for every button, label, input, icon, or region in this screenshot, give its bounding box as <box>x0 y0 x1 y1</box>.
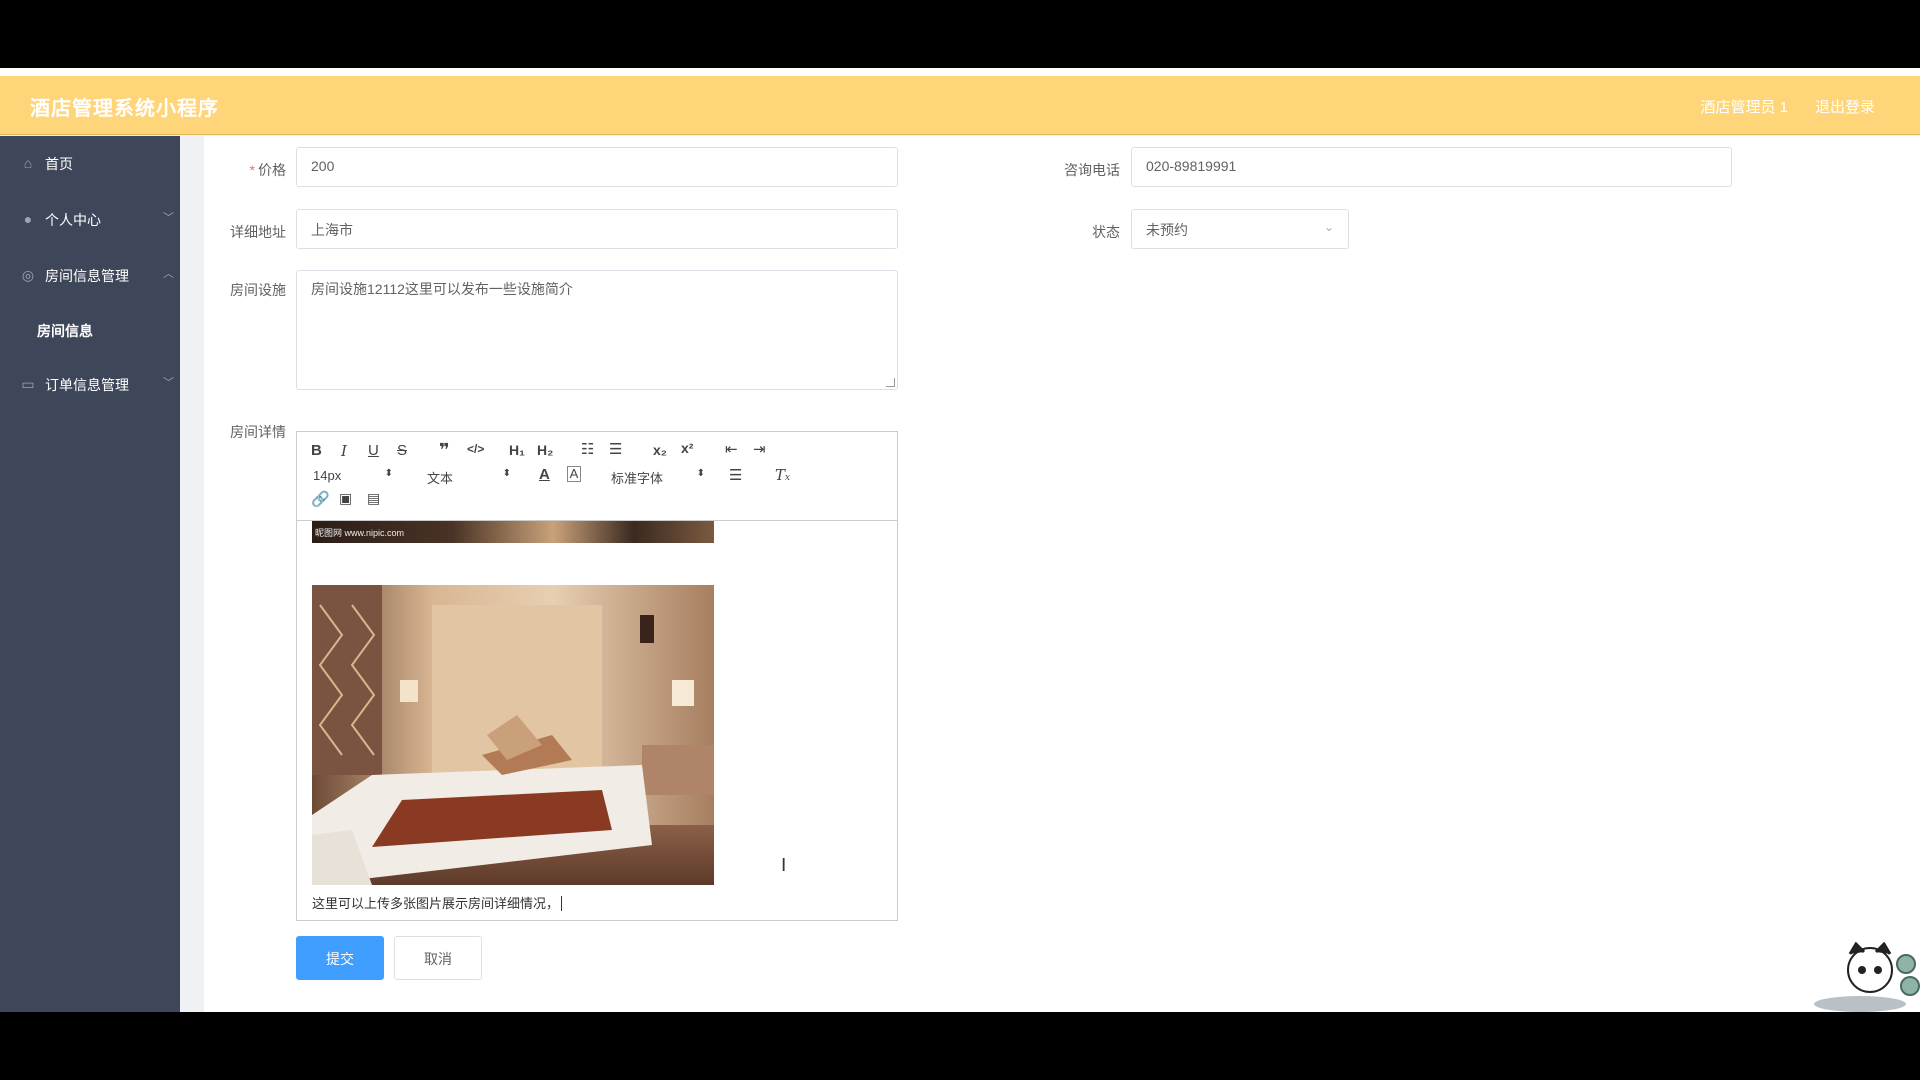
bullet-list-icon[interactable]: ☰ <box>609 440 622 458</box>
italic-icon[interactable]: I <box>341 442 347 460</box>
submit-button[interactable]: 提交 <box>296 936 384 980</box>
image-icon[interactable]: ▣ <box>339 490 352 507</box>
ordered-list-icon[interactable]: ☷ <box>581 440 594 458</box>
superscript-icon[interactable]: x² <box>681 440 693 456</box>
editor-content[interactable]: 昵图网 www.nipic.com 这里可以上传多张图片展示房间详细情况， Ⅰ <box>297 521 897 920</box>
sidebar-item-order-management[interactable]: ▭ 订单信息管理 ﹀ <box>0 362 180 406</box>
font-family-value: 标准字体 <box>611 471 664 486</box>
order-icon: ▭ <box>21 376 35 392</box>
align-icon[interactable]: ☰ <box>729 466 742 484</box>
hotel-image-top: 昵图网 www.nipic.com <box>312 521 714 543</box>
text-cursor <box>561 896 566 911</box>
top-strip <box>0 68 1920 76</box>
chevron-down-icon: ﹀ <box>163 377 174 389</box>
font-size-value: 14px <box>313 468 342 483</box>
app-title: 酒店管理系统小程序 <box>30 98 219 120</box>
user-icon: ● <box>23 211 33 227</box>
sidebar-item-room-management[interactable]: ◎ 房间信息管理 ︿ <box>0 253 180 297</box>
details-label: 房间详情 <box>230 424 286 440</box>
facilities-textarea[interactable]: 房间设施12112这里可以发布一些设施简介 <box>296 270 898 390</box>
app-header: 酒店管理系统小程序 酒店管理员 1 退出登录 <box>0 76 1920 135</box>
h1-icon[interactable]: H₁ <box>509 442 525 458</box>
sidebar-item-room-info[interactable]: 房间信息 <box>0 309 180 349</box>
cancel-button[interactable]: 取消 <box>394 936 482 980</box>
underline-icon[interactable]: U <box>368 442 379 459</box>
logout-link[interactable]: 退出登录 <box>1815 96 1875 117</box>
editor-body-text: 这里可以上传多张图片展示房间详细情况， <box>312 893 566 912</box>
address-label: 详细地址 <box>230 224 286 240</box>
h2-icon[interactable]: H₂ <box>537 442 553 458</box>
facilities-text: 房间设施12112这里可以发布一些设施简介 <box>311 281 573 297</box>
bold-icon[interactable]: B <box>311 442 322 459</box>
chevron-down-icon: ﹀ <box>163 212 174 224</box>
background-color-icon[interactable]: A <box>567 466 581 482</box>
facilities-label: 房间设施 <box>230 282 286 298</box>
mouse-cursor-icon: Ⅰ <box>781 855 787 875</box>
quote-icon[interactable]: ❞ <box>439 440 450 461</box>
sidebar-item-home[interactable]: ⌂ 首页 <box>0 141 180 185</box>
sidebar-item-label: 房间信息管理 <box>45 268 129 284</box>
room-icon: ◎ <box>21 267 35 283</box>
image-watermark: 昵图网 www.nipic.com <box>315 528 405 538</box>
code-icon[interactable]: </> <box>467 442 484 456</box>
sidebar-item-label: 房间信息 <box>37 323 93 339</box>
app-window: 酒店管理系统小程序 酒店管理员 1 退出登录 ⌂ 首页 ● 个人中心 ﹀ ◎ 房… <box>0 68 1920 1012</box>
price-label: * 价格 <box>249 162 286 178</box>
font-size-select[interactable]: 14px ⬍ <box>313 468 393 484</box>
subscript-icon[interactable]: x₂ <box>653 442 667 458</box>
video-icon[interactable]: ▤ <box>367 490 380 507</box>
resize-handle[interactable] <box>886 378 895 387</box>
editor-toolbar: B I U S ❞ </> H₁ H₂ ☷ ☰ x₂ x² ⇤ ⇥ 14px ⬍ <box>297 432 897 521</box>
status-value: 未预约 <box>1146 222 1188 238</box>
sidebar-item-profile[interactable]: ● 个人中心 ﹀ <box>0 197 180 241</box>
clear-format-icon[interactable]: Tx <box>775 466 790 484</box>
hotel-room-image <box>312 585 714 885</box>
sidebar-item-label: 订单信息管理 <box>45 377 129 393</box>
select-arrow-icon: ⬍ <box>502 468 511 479</box>
status-select[interactable]: 未预约 ⌄ <box>1131 209 1349 249</box>
rich-text-editor: B I U S ❞ </> H₁ H₂ ☷ ☰ x₂ x² ⇤ ⇥ 14px ⬍ <box>296 431 898 921</box>
sidebar: ⌂ 首页 ● 个人中心 ﹀ ◎ 房间信息管理 ︿ 房间信息 ▭ 订单信息管理 ﹀ <box>0 136 180 1012</box>
strike-icon[interactable]: S <box>397 442 407 459</box>
phone-label: 咨询电话 <box>1064 162 1120 178</box>
status-label: 状态 <box>1092 224 1120 240</box>
chevron-down-icon: ⌄ <box>1323 220 1334 234</box>
select-arrow-icon: ⬍ <box>384 468 393 479</box>
select-arrow-icon: ⬍ <box>696 468 705 479</box>
link-icon[interactable]: 🔗 <box>311 490 330 508</box>
indent-icon[interactable]: ⇥ <box>753 440 766 458</box>
sidebar-item-label: 个人中心 <box>45 212 101 228</box>
text-type-select[interactable]: 文本 ⬍ <box>427 468 511 486</box>
font-color-icon[interactable]: A <box>539 466 550 483</box>
chevron-up-icon: ︿ <box>163 268 174 280</box>
mascot-icon <box>1814 942 1920 1012</box>
text-type-value: 文本 <box>427 471 454 486</box>
price-input[interactable]: 200 <box>296 147 898 187</box>
sidebar-item-label: 首页 <box>45 156 73 172</box>
outdent-icon[interactable]: ⇤ <box>725 440 738 458</box>
address-input[interactable]: 上海市 <box>296 209 898 249</box>
phone-input[interactable]: 020-89819991 <box>1131 147 1732 187</box>
current-user[interactable]: 酒店管理员 1 <box>1700 96 1788 117</box>
font-family-select[interactable]: 标准字体 ⬍ <box>611 468 705 486</box>
home-icon: ⌂ <box>23 155 33 171</box>
main-content: * 价格 200 咨询电话 020-89819991 详细地址 上海市 状态 未预… <box>204 136 1920 1012</box>
